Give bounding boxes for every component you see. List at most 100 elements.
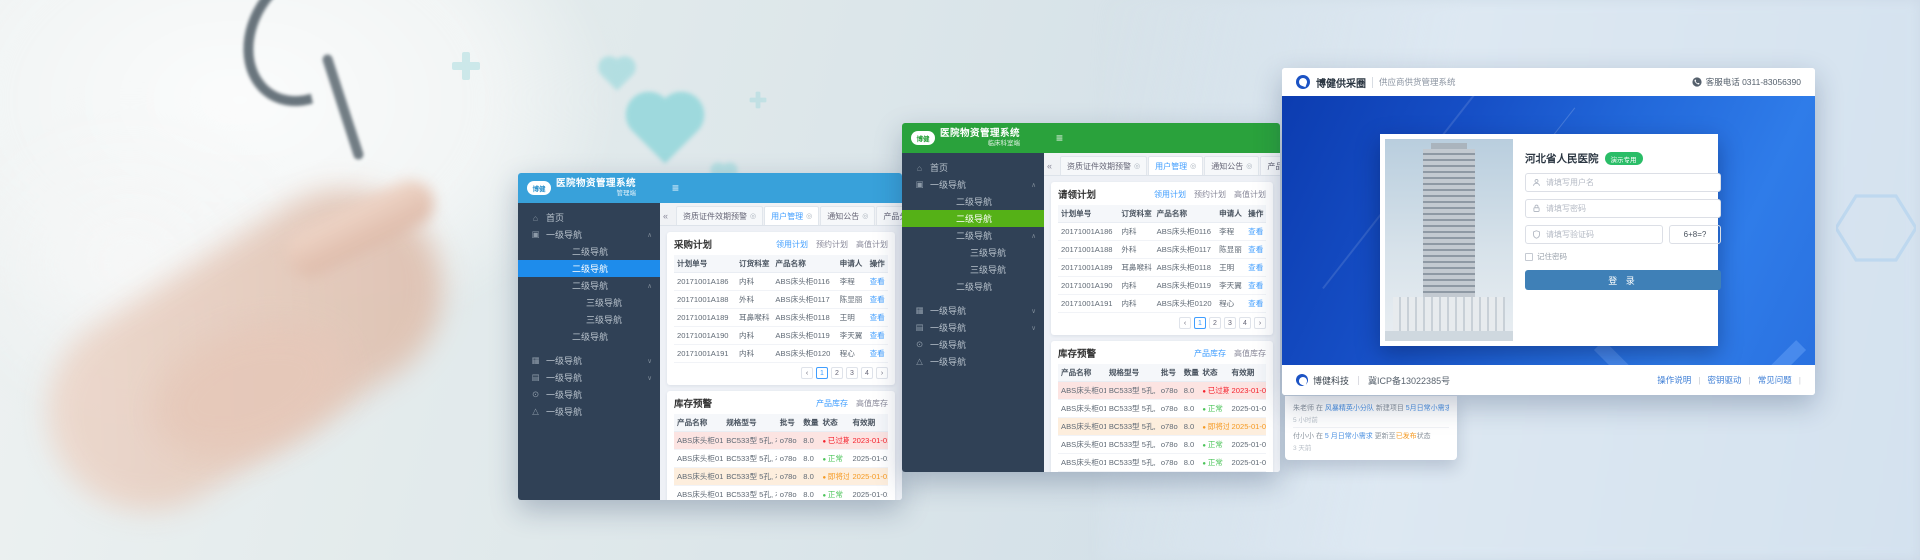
tab[interactable]: 资质证件效期预警 ◎: [1060, 156, 1147, 175]
sidebar-item[interactable]: △ 一级导航: [902, 353, 1044, 370]
stock-link[interactable]: 产品库存: [1194, 348, 1226, 359]
sidebar-item-label: 一级导航: [930, 355, 966, 368]
window-admin-manager: 博健 医院物资管理系统 管理端 ≡ ⌂ 首页: [518, 173, 902, 500]
sidebar-item-icon: ▦: [914, 305, 925, 316]
username-input[interactable]: [1546, 178, 1714, 187]
sidebar-item[interactable]: 三级导航: [518, 311, 660, 328]
brand-name: 博健供采圈: [1316, 75, 1366, 90]
caret-icon: ∧: [1031, 232, 1036, 240]
sidebar-item[interactable]: 二级导航: [902, 210, 1044, 227]
sidebar-item[interactable]: 二级导航: [902, 278, 1044, 295]
sidebar-item[interactable]: 三级导航: [518, 294, 660, 311]
plan-link[interactable]: 高值计划: [1234, 189, 1266, 200]
plan-link[interactable]: 领用计划: [1154, 189, 1186, 200]
sidebar-item[interactable]: ⊙ 一级导航: [902, 336, 1044, 353]
footer-link[interactable]: 常见问题: [1758, 374, 1792, 386]
sidebar-item[interactable]: 二级导航: [518, 260, 660, 277]
tab[interactable]: 产品分类设置 ◎: [876, 206, 902, 225]
tab[interactable]: 产品分类设置 ◎: [1260, 156, 1280, 175]
sidebar-item[interactable]: ▦ 一级导航 ∨: [902, 302, 1044, 319]
sidebar-item[interactable]: 二级导航 ∧: [902, 227, 1044, 244]
sidebar-item[interactable]: ⊙ 一级导航: [518, 386, 660, 403]
page-button[interactable]: 3: [1224, 317, 1236, 329]
sidebar-item[interactable]: 二级导航: [518, 328, 660, 345]
collapse-tabs-icon[interactable]: «: [663, 211, 676, 221]
view-link[interactable]: 查看: [1248, 281, 1263, 290]
sidebar-item[interactable]: 二级导航: [902, 193, 1044, 210]
view-link[interactable]: 查看: [1248, 263, 1263, 272]
sidebar-item[interactable]: ▤ 一级导航 ∨: [518, 369, 660, 386]
sidebar-item[interactable]: ▣ 一级导航 ∧: [518, 226, 660, 243]
sidebar-item[interactable]: ▦ 一级导航 ∨: [518, 352, 660, 369]
captcha-question[interactable]: 6+8=?: [1669, 225, 1721, 244]
tab[interactable]: 用户管理 ◎: [1148, 156, 1203, 175]
sidebar-item-label: 一级导航: [546, 371, 582, 384]
hamburger-menu-icon[interactable]: ≡: [1056, 131, 1063, 145]
sidebar-item[interactable]: 二级导航: [518, 243, 660, 260]
plan-link[interactable]: 高值计划: [856, 239, 888, 250]
shield-icon: [1532, 230, 1541, 239]
sidebar-item[interactable]: △ 一级导航: [518, 403, 660, 420]
footer-link[interactable]: 密钥驱动: [1708, 374, 1742, 386]
stock-link[interactable]: 高值库存: [1234, 348, 1266, 359]
sidebar-item[interactable]: 三级导航: [902, 261, 1044, 278]
sidebar-item[interactable]: ▣ 一级导航 ∧: [902, 176, 1044, 193]
view-link[interactable]: 查看: [870, 331, 885, 340]
stock-card-title: 库存预警: [1058, 346, 1096, 360]
plan-card: 采购计划 领用计划预约计划高值计划 计划单号订货科室产品名称申请人操作: [667, 232, 895, 385]
notification-item[interactable]: 付小小 在 5 月日常小需求 更新至已发布状态 3 天前: [1293, 428, 1449, 455]
footer-link[interactable]: 操作说明: [1657, 374, 1691, 386]
view-link[interactable]: 查看: [870, 313, 885, 322]
page-button[interactable]: ‹: [1179, 317, 1191, 329]
login-form: 河北省人民医院 演示专用: [1523, 139, 1733, 341]
tab[interactable]: 资质证件效期预警 ◎: [676, 206, 763, 225]
status-badge: 正常: [1202, 440, 1222, 449]
page-button[interactable]: 4: [1239, 317, 1251, 329]
captcha-input[interactable]: [1546, 230, 1656, 239]
page-button[interactable]: 4: [861, 367, 873, 379]
view-link[interactable]: 查看: [870, 277, 885, 286]
sidebar-item[interactable]: ⌂ 首页: [902, 159, 1044, 176]
page-button[interactable]: 2: [1209, 317, 1221, 329]
sidebar-item[interactable]: ▤ 一级导航 ∨: [902, 319, 1044, 336]
page-button[interactable]: 1: [816, 367, 828, 379]
column-header: 状态: [1199, 364, 1228, 382]
sidebar: ⌂ 首页 ▣ 一级导航 ∧ 二级导航: [518, 203, 660, 500]
plan-link[interactable]: 领用计划: [776, 239, 808, 250]
login-button[interactable]: 登 录: [1525, 270, 1721, 290]
page-button[interactable]: ‹: [801, 367, 813, 379]
sidebar-item[interactable]: ⌂ 首页: [518, 209, 660, 226]
sidebar-item-label: 首页: [546, 211, 564, 224]
plan-link[interactable]: 预约计划: [816, 239, 848, 250]
notification-item[interactable]: 朱老师 在 风暴精英小分队 新建项目 5月日常小需求 5 小时前: [1293, 400, 1449, 428]
remember-checkbox[interactable]: [1525, 253, 1533, 261]
sidebar-item[interactable]: 二级导航 ∧: [518, 277, 660, 294]
stock-link[interactable]: 高值库存: [856, 398, 888, 409]
sidebar-item[interactable]: 三级导航: [902, 244, 1044, 261]
plan-link[interactable]: 预约计划: [1194, 189, 1226, 200]
status-badge: 正常: [823, 490, 843, 499]
view-link[interactable]: 查看: [870, 295, 885, 304]
table-row: ABS床头柜0119 BC533型 5孔, 右 o78o 8.0 正常 2025…: [1058, 436, 1266, 454]
app-header: 博健 医院物资管理系统 临床科室端 ≡: [902, 123, 1280, 153]
table-row: ABS床头柜0118 BC533型 5孔, 右 o78o 8.0 即将过期 20…: [674, 468, 888, 486]
hamburger-menu-icon[interactable]: ≡: [672, 181, 679, 195]
stock-link[interactable]: 产品库存: [816, 398, 848, 409]
collapse-tabs-icon[interactable]: «: [1047, 161, 1060, 171]
page-button[interactable]: ›: [1254, 317, 1266, 329]
view-link[interactable]: 查看: [870, 349, 885, 358]
view-link[interactable]: 查看: [1248, 299, 1263, 308]
view-link[interactable]: 查看: [1248, 245, 1263, 254]
tab[interactable]: 通知公告 ◎: [1204, 156, 1259, 175]
password-input[interactable]: [1546, 204, 1714, 213]
page-button[interactable]: 2: [831, 367, 843, 379]
tab-marker-icon: ◎: [806, 212, 812, 220]
page-button[interactable]: 1: [1194, 317, 1206, 329]
view-link[interactable]: 查看: [1248, 227, 1263, 236]
tab[interactable]: 用户管理 ◎: [764, 206, 819, 225]
page-button[interactable]: 3: [846, 367, 858, 379]
page-button[interactable]: ›: [876, 367, 888, 379]
tab[interactable]: 通知公告 ◎: [820, 206, 875, 225]
hexagon-outline-icon: [1836, 192, 1916, 264]
footer-divider: ｜: [1354, 374, 1363, 387]
